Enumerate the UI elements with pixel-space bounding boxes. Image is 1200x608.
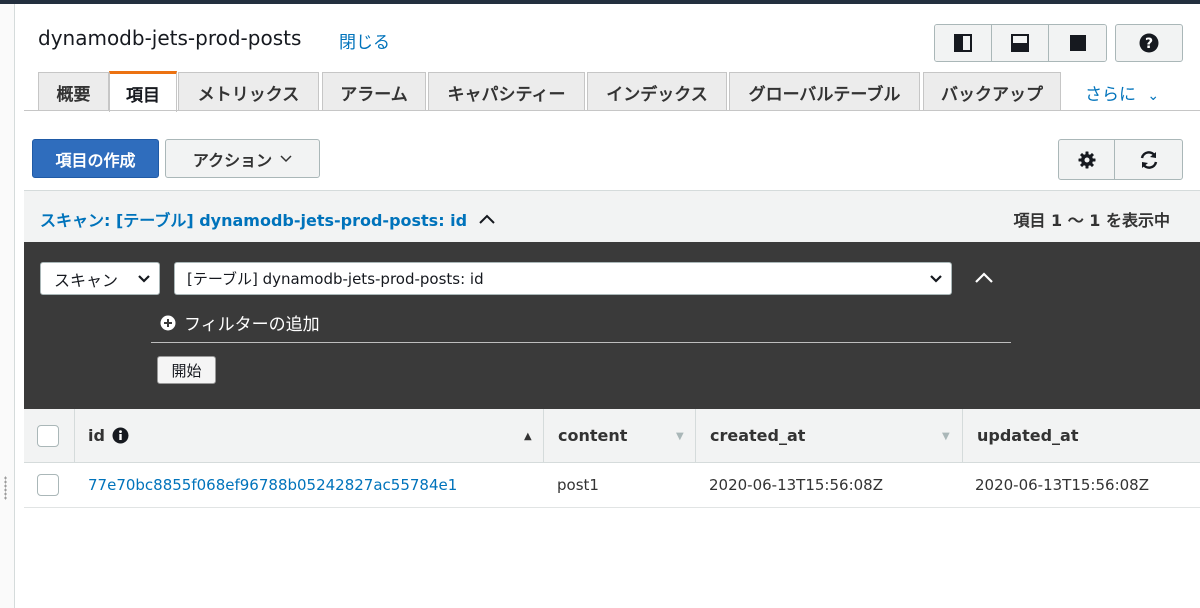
split-bottom-view-button[interactable]	[992, 25, 1049, 61]
scan-summary-toggle[interactable]: スキャン: [テーブル] dynamodb-jets-prod-posts: i…	[40, 207, 495, 231]
tab-items[interactable]: 項目	[109, 71, 177, 112]
column-header-id[interactable]: id	[88, 409, 129, 462]
actions-label: アクション	[192, 150, 273, 170]
close-link[interactable]: 閉じる	[339, 28, 390, 53]
column-header-content[interactable]: content	[558, 409, 627, 462]
full-panel-icon	[1069, 35, 1086, 51]
svg-text:?: ?	[1145, 36, 1153, 52]
refresh-button[interactable]	[1114, 139, 1183, 180]
scan-target-select[interactable]: [テーブル] dynamodb-jets-prod-posts: id	[174, 262, 952, 295]
column-divider	[695, 409, 696, 462]
add-filter-label: フィルターの追加	[184, 315, 320, 335]
row-select-checkbox[interactable]	[37, 474, 59, 496]
scan-target-value: [テーブル] dynamodb-jets-prod-posts: id	[187, 270, 484, 288]
item-updated-at: 2020-06-13T15:56:08Z	[975, 476, 1149, 494]
actions-dropdown-button[interactable]: アクション	[165, 139, 320, 178]
split-right-view-button[interactable]	[935, 25, 992, 61]
chevron-down-icon	[930, 275, 942, 283]
column-divider	[962, 409, 963, 462]
tab-more-label: さらに	[1085, 85, 1136, 105]
info-icon[interactable]	[112, 427, 129, 444]
question-circle-icon: ?	[1139, 33, 1159, 53]
tab-alarms[interactable]: アラーム	[322, 72, 426, 111]
refresh-icon	[1140, 150, 1157, 169]
tab-divider	[24, 110, 1200, 111]
chevron-down-icon	[280, 154, 292, 162]
tab-more-dropdown[interactable]: さらに ⌄	[1085, 80, 1159, 105]
chevron-up-icon[interactable]	[974, 270, 994, 284]
sort-ascending-icon[interactable]: ▲	[524, 431, 532, 442]
tab-metrics[interactable]: メトリックス	[178, 72, 319, 111]
top-bar	[0, 0, 1200, 4]
sort-icon[interactable]: ▼	[942, 431, 950, 442]
plus-circle-icon	[160, 315, 176, 330]
left-resize-rail[interactable]	[0, 4, 15, 608]
create-item-button[interactable]: 項目の作成	[32, 139, 159, 178]
chevron-up-icon	[479, 214, 495, 224]
scan-mode-value: スキャン	[54, 270, 119, 290]
table-row[interactable]: 77e70bc8855f068ef96788b05242827ac55784e1…	[24, 463, 1200, 508]
split-bottom-icon	[1011, 34, 1029, 52]
scan-query-panel: スキャン [テーブル] dynamodb-jets-prod-posts: id…	[24, 242, 1200, 409]
tab-backups[interactable]: バックアップ	[923, 72, 1061, 111]
column-header-id-label: id	[88, 426, 105, 445]
chevron-down-icon	[138, 275, 150, 283]
scan-mode-select[interactable]: スキャン	[40, 262, 160, 295]
sort-icon[interactable]: ▼	[676, 431, 684, 442]
gear-icon	[1078, 151, 1095, 168]
table-header-row: id ▲ content ▼ created_at ▼ updated_at	[24, 409, 1200, 463]
scan-summary-text: スキャン: [テーブル] dynamodb-jets-prod-posts: i…	[40, 211, 468, 230]
tab-global-tables[interactable]: グローバルテーブル	[729, 72, 920, 111]
filter-divider	[151, 342, 1011, 343]
column-divider	[543, 409, 544, 462]
item-created-at: 2020-06-13T15:56:08Z	[709, 476, 883, 494]
view-layout-toggle-group	[934, 24, 1107, 62]
select-all-checkbox[interactable]	[37, 425, 59, 447]
item-content: post1	[557, 476, 599, 494]
column-header-updated-at[interactable]: updated_at	[977, 409, 1079, 462]
column-header-created-at[interactable]: created_at	[710, 409, 805, 462]
tab-capacity[interactable]: キャパシティー	[428, 72, 585, 111]
scan-header-bar: スキャン: [テーブル] dynamodb-jets-prod-posts: i…	[24, 190, 1200, 243]
drag-handle-icon[interactable]	[4, 476, 7, 500]
split-right-icon	[954, 34, 972, 52]
add-filter-link[interactable]: フィルターの追加	[160, 310, 320, 335]
chevron-down-icon: ⌄	[1147, 88, 1160, 104]
tab-indexes[interactable]: インデックス	[587, 72, 727, 111]
help-button[interactable]: ?	[1115, 24, 1183, 62]
tab-overview[interactable]: 概要	[38, 72, 109, 111]
start-scan-button[interactable]: 開始	[157, 356, 216, 384]
table-title: dynamodb-jets-prod-posts	[38, 26, 302, 50]
item-id-link[interactable]: 77e70bc8855f068ef96788b05242827ac55784e1	[88, 463, 457, 507]
item-count-text: 項目 1 〜 1 を表示中	[1013, 211, 1170, 230]
column-divider	[74, 409, 75, 462]
full-view-button[interactable]	[1049, 25, 1106, 61]
settings-button[interactable]	[1058, 139, 1115, 180]
